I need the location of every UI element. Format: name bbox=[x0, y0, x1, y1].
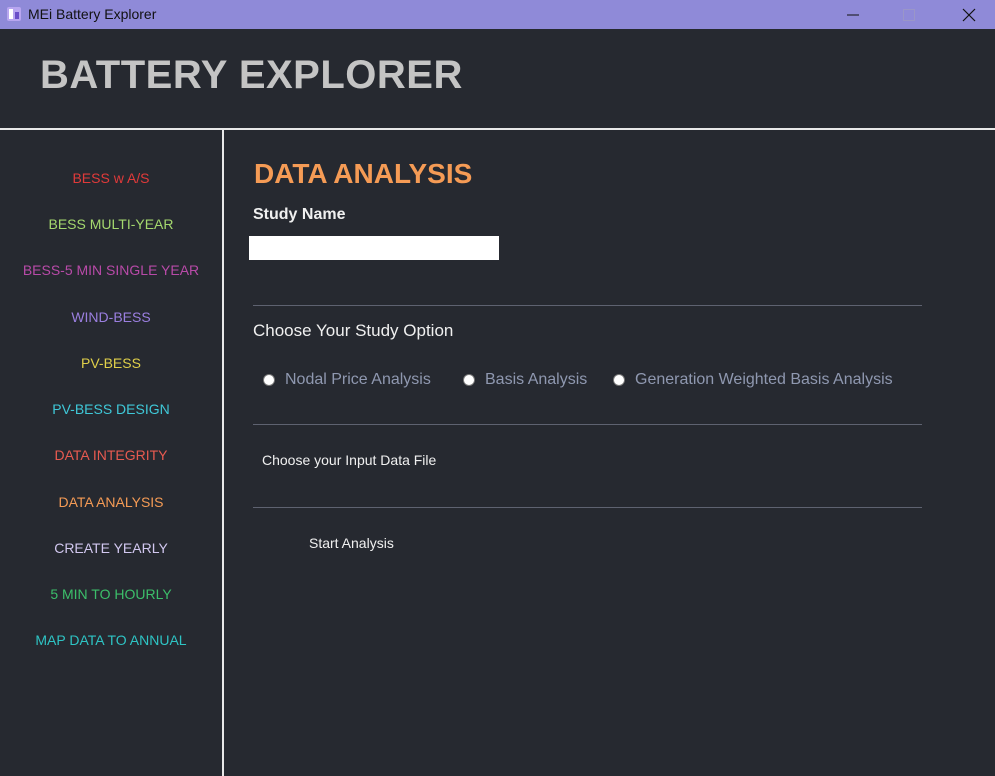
sidebar-item-bess-multi-year[interactable]: BESS MULTI-YEAR bbox=[0, 216, 222, 232]
radio-label: Nodal Price Analysis bbox=[285, 371, 431, 388]
page-title: DATA ANALYSIS bbox=[254, 158, 473, 189]
divider bbox=[253, 507, 922, 508]
sidebar-item-pv-bess-design[interactable]: PV-BESS DESIGN bbox=[0, 401, 222, 417]
radio-icon[interactable] bbox=[463, 374, 475, 386]
sidebar: BESS w A/S BESS MULTI-YEAR BESS-5 MIN SI… bbox=[0, 130, 222, 776]
minimize-button[interactable] bbox=[830, 0, 876, 29]
maximize-button[interactable] bbox=[886, 0, 932, 29]
study-name-input[interactable] bbox=[249, 236, 499, 260]
study-option-label: Choose Your Study Option bbox=[253, 321, 454, 340]
divider bbox=[253, 424, 922, 425]
main-panel: DATA ANALYSIS Study Name Choose Your Stu… bbox=[224, 130, 995, 776]
sidebar-item-data-integrity[interactable]: DATA INTEGRITY bbox=[0, 447, 222, 463]
radio-icon[interactable] bbox=[613, 374, 625, 386]
divider bbox=[253, 305, 922, 306]
radio-nodal-price-analysis[interactable]: Nodal Price Analysis bbox=[263, 370, 431, 390]
close-icon bbox=[962, 8, 976, 21]
radio-generation-weighted-basis-analysis[interactable]: Generation Weighted Basis Analysis bbox=[613, 370, 893, 390]
sidebar-item-5min-to-hourly[interactable]: 5 MIN TO HOURLY bbox=[0, 586, 222, 602]
title-bar: MEi Battery Explorer bbox=[0, 0, 995, 29]
app-header: BATTERY EXPLORER bbox=[0, 29, 995, 129]
sidebar-item-data-analysis[interactable]: DATA ANALYSIS bbox=[0, 494, 222, 510]
minimize-icon bbox=[847, 14, 859, 15]
study-name-label: Study Name bbox=[253, 206, 346, 223]
radio-icon[interactable] bbox=[263, 374, 275, 386]
battery-app-icon bbox=[6, 6, 22, 22]
radio-label: Generation Weighted Basis Analysis bbox=[635, 371, 893, 388]
radio-basis-analysis[interactable]: Basis Analysis bbox=[463, 370, 587, 390]
sidebar-item-pv-bess[interactable]: PV-BESS bbox=[0, 355, 222, 371]
choose-input-file-button[interactable]: Choose your Input Data File bbox=[262, 452, 436, 468]
sidebar-item-bess-5min-single-year[interactable]: BESS-5 MIN SINGLE YEAR bbox=[0, 262, 222, 278]
window-title: MEi Battery Explorer bbox=[28, 6, 157, 22]
sidebar-item-wind-bess[interactable]: WIND-BESS bbox=[0, 309, 222, 325]
app-title: BATTERY EXPLORER bbox=[40, 53, 463, 97]
radio-label: Basis Analysis bbox=[485, 371, 588, 388]
start-analysis-button[interactable]: Start Analysis bbox=[309, 535, 394, 551]
sidebar-item-create-yearly[interactable]: CREATE YEARLY bbox=[0, 540, 222, 556]
sidebar-item-bess-as[interactable]: BESS w A/S bbox=[0, 170, 222, 186]
sidebar-item-map-data-to-annual[interactable]: MAP DATA TO ANNUAL bbox=[0, 632, 222, 648]
maximize-icon bbox=[903, 8, 915, 21]
close-button[interactable] bbox=[946, 0, 992, 29]
